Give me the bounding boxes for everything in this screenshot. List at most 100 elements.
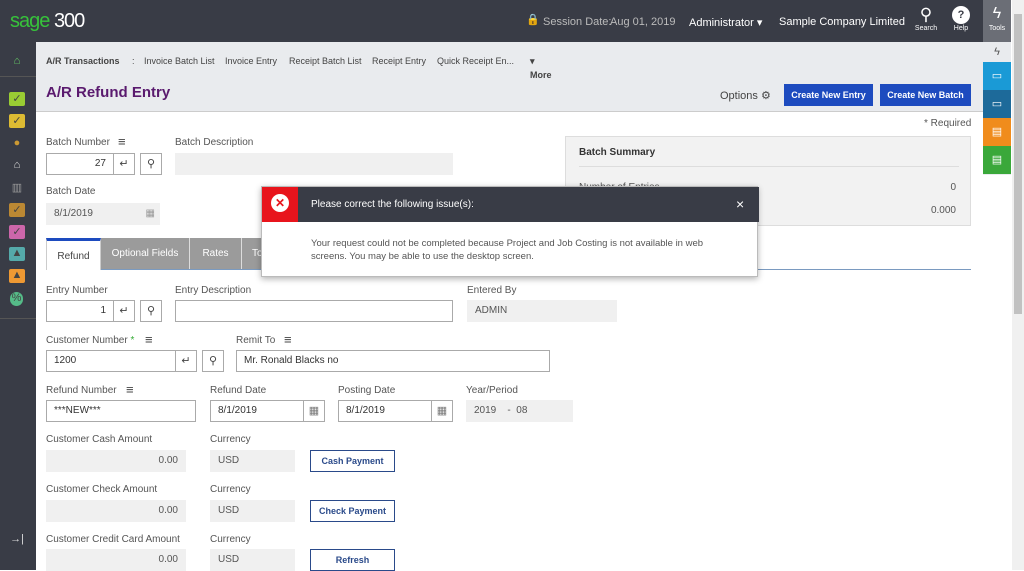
crumb-receipt-batch-list[interactable]: Receipt Batch List [289,56,362,66]
search-icon[interactable]: ⚲ [140,300,162,322]
batch-total: 0.000 [930,205,956,216]
refund-date-input[interactable]: 8/1/2019 [210,400,304,422]
refund-date-label: Refund Date [210,385,267,396]
create-new-entry-button[interactable]: Create New Entry [784,84,873,106]
refund-number-input[interactable]: ***NEW*** [46,400,196,422]
cash-amount-label: Customer Cash Amount [46,434,153,445]
refund-number-label: Refund Number [46,385,117,396]
tab-refund[interactable]: Refund [46,238,101,270]
percent-icon[interactable]: % [10,292,23,306]
options-button[interactable]: Options ⚙ [720,89,771,102]
crumb-quick-receipt[interactable]: Quick Receipt En... [437,56,514,66]
building-icon[interactable]: ▥ [9,181,25,195]
gear-icon: ⚙ [760,90,771,102]
credit-card-amount-label: Customer Credit Card Amount [46,534,180,545]
crumb-invoice-entry[interactable]: Invoice Entry [225,56,277,66]
page-title: A/R Refund Entry [46,84,171,101]
sage-logo[interactable]: sage 300 [10,10,85,33]
window-clock-icon[interactable]: ▭ [983,90,1011,118]
batch-number-label: Batch Number [46,137,110,148]
batch-description-input [175,153,453,175]
calendar-icon[interactable]: ▦ [431,400,453,422]
check-amount-value: 0.00 [46,500,186,522]
collapse-icon[interactable]: →| [9,533,25,547]
factory-icon[interactable]: ▲ [9,247,25,261]
document-search-icon[interactable]: ▤ [983,146,1011,174]
close-icon[interactable]: × [736,196,744,212]
entered-by-value: ADMIN [467,300,617,322]
report-icon[interactable]: ▤ [983,118,1011,146]
remit-list-icon[interactable]: ≡ [284,332,292,347]
dialog-title: Please correct the following issue(s): [311,199,474,210]
batch-description-label: Batch Description [175,137,254,148]
batch-number-input[interactable]: 27 [46,153,114,175]
entries-count: 0 [950,182,956,193]
company-name[interactable]: Sample Company Limited [779,16,905,28]
enter-icon[interactable]: ↵ [113,300,135,322]
year-period-label: Year/Period [466,385,518,396]
lock-icon: 🔒 [526,14,540,26]
tab-rates[interactable]: Rates [190,238,242,270]
bank-icon[interactable]: ⌂ [9,159,25,173]
session-date: Aug 01, 2019 [610,16,676,28]
user-lock-icon[interactable]: ● [9,137,25,151]
posting-date-input[interactable]: 8/1/2019 [338,400,432,422]
crumb-receipt-entry[interactable]: Receipt Entry [372,56,426,66]
enter-icon[interactable]: ↵ [113,153,135,175]
sidebar: ⌂ ✓ ✓ ● ⌂ ▥ ✓ ✓ ▲ ▲ % →| [0,42,36,570]
cc-currency-label: Currency [210,534,251,545]
refresh-button[interactable]: Refresh [310,549,395,571]
cash-currency-value: USD [210,450,295,472]
customer-number-label: Customer Number * [46,335,135,346]
remit-to-input[interactable]: Mr. Ronald Blacks no [236,350,550,372]
ar-module-icon[interactable]: ✓ [9,92,25,106]
calendar-icon[interactable]: ▦ [303,400,325,422]
order-icon[interactable]: ✓ [9,225,25,239]
entry-description-input[interactable] [175,300,453,322]
refund-list-icon[interactable]: ≡ [126,382,134,397]
check-payment-button[interactable]: Check Payment [310,500,395,522]
factory2-icon[interactable]: ▲ [9,269,25,283]
search-icon[interactable]: ⚲ [202,350,224,372]
crumb-invoice-batch-list[interactable]: Invoice Batch List [144,56,215,66]
remit-to-label: Remit To [236,335,276,346]
customer-number-input[interactable]: 1200 [46,350,176,372]
user-menu[interactable]: Administrator ▾ [689,16,762,29]
search-icon: ⚲ [919,5,933,24]
cash-amount-value: 0.00 [46,450,186,472]
entered-by-label: Entered By [467,285,517,296]
check-currency-value: USD [210,500,295,522]
error-icon: ✕ [262,187,298,222]
error-dialog: ✕ Please correct the following issue(s):… [261,186,759,277]
credit-card-amount-value: 0.00 [46,549,186,571]
cart-icon[interactable]: ✓ [9,203,25,217]
search-button[interactable]: ⚲ Search [912,5,940,32]
entry-number-input[interactable]: 1 [46,300,114,322]
search-icon[interactable]: ⚲ [140,153,162,175]
ap-module-icon[interactable]: ✓ [9,114,25,128]
dialog-message: Your request could not be completed beca… [311,238,704,262]
check-amount-label: Customer Check Amount [46,484,158,495]
tab-optional-fields[interactable]: Optional Fields [101,238,190,270]
entry-number-label: Entry Number [46,285,108,296]
top-bar: sage 300 🔒 Session Date: Aug 01, 2019 Ad… [0,0,983,42]
home-icon[interactable]: ⌂ [9,55,25,69]
window-badge-icon[interactable]: ▭ [983,62,1011,90]
year-period-value: 2019 - 08 [466,400,573,422]
batch-date-label: Batch Date [46,186,96,197]
tools-button[interactable]: ϟ Tools [983,0,1011,42]
check-currency-label: Currency [210,484,251,495]
help-icon: ? [952,6,970,24]
customer-list-icon[interactable]: ≡ [145,332,153,347]
create-new-batch-button[interactable]: Create New Batch [880,84,971,106]
cash-payment-button[interactable]: Cash Payment [310,450,395,472]
calendar-icon: ▦ [145,208,155,219]
breadcrumb-root[interactable]: A/R Transactions [46,56,120,66]
lightning-icon[interactable]: ϟ [983,42,1011,62]
batch-list-icon[interactable]: ≡ [118,134,126,149]
help-button[interactable]: ? Help [948,5,974,32]
scrollbar[interactable] [1012,0,1024,570]
more-menu[interactable]: More ▾ [530,56,552,80]
cash-currency-label: Currency [210,434,251,445]
enter-icon[interactable]: ↵ [175,350,197,372]
